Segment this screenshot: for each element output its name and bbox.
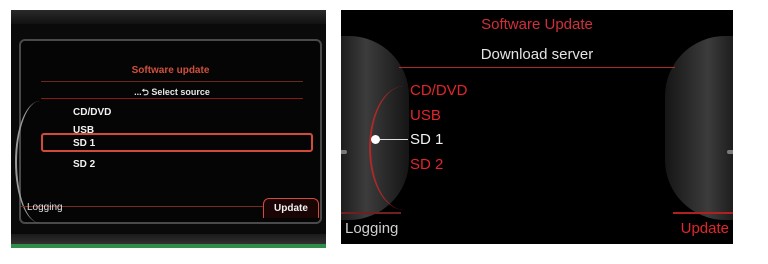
selector-dot-icon	[371, 135, 380, 144]
source-item-usb[interactable]: USB	[410, 107, 441, 124]
photo-edge	[11, 244, 326, 248]
update-softkey[interactable]: Update	[681, 220, 729, 237]
screen-bezel-top	[11, 10, 326, 24]
right-control-knob	[665, 36, 733, 220]
logging-softkey[interactable]: Logging	[27, 202, 63, 213]
screen-title: Software update	[131, 65, 210, 76]
source-header: ...⮌ Select source	[41, 81, 303, 99]
footer-divider-left	[341, 212, 401, 214]
source-item-sd1[interactable]: SD 1	[410, 131, 443, 148]
source-item-cd-dvd[interactable]: CD/DVD	[410, 82, 468, 99]
source-item-sd2[interactable]: SD 2	[410, 156, 443, 173]
logging-softkey[interactable]: Logging	[345, 220, 398, 237]
source-item-sd1[interactable]: SD 1	[73, 138, 95, 149]
header-bar: Download server	[399, 42, 675, 68]
screen-title: Software Update	[481, 16, 593, 33]
update-softkey[interactable]: Update	[263, 198, 319, 218]
source-item-cd-dvd[interactable]: CD/DVD	[73, 107, 111, 118]
knob-notch-icon	[727, 150, 733, 154]
knob-notch-icon	[341, 150, 347, 154]
selector-pointer	[380, 139, 408, 140]
mmi-display: Software update ...⮌ Select source CD/DV…	[15, 39, 322, 224]
source-item-sd2[interactable]: SD 2	[73, 159, 95, 170]
mmi-rendered-screen: Software Update Download server CD/DVD U…	[341, 10, 733, 244]
select-source-label[interactable]: ...⮌ Select source	[41, 85, 303, 101]
selector-arc	[369, 86, 439, 210]
download-server-label[interactable]: Download server	[399, 46, 675, 63]
footer-divider-right	[673, 212, 733, 214]
photo-mmi-screen: Software update ...⮌ Select source CD/DV…	[11, 10, 326, 248]
